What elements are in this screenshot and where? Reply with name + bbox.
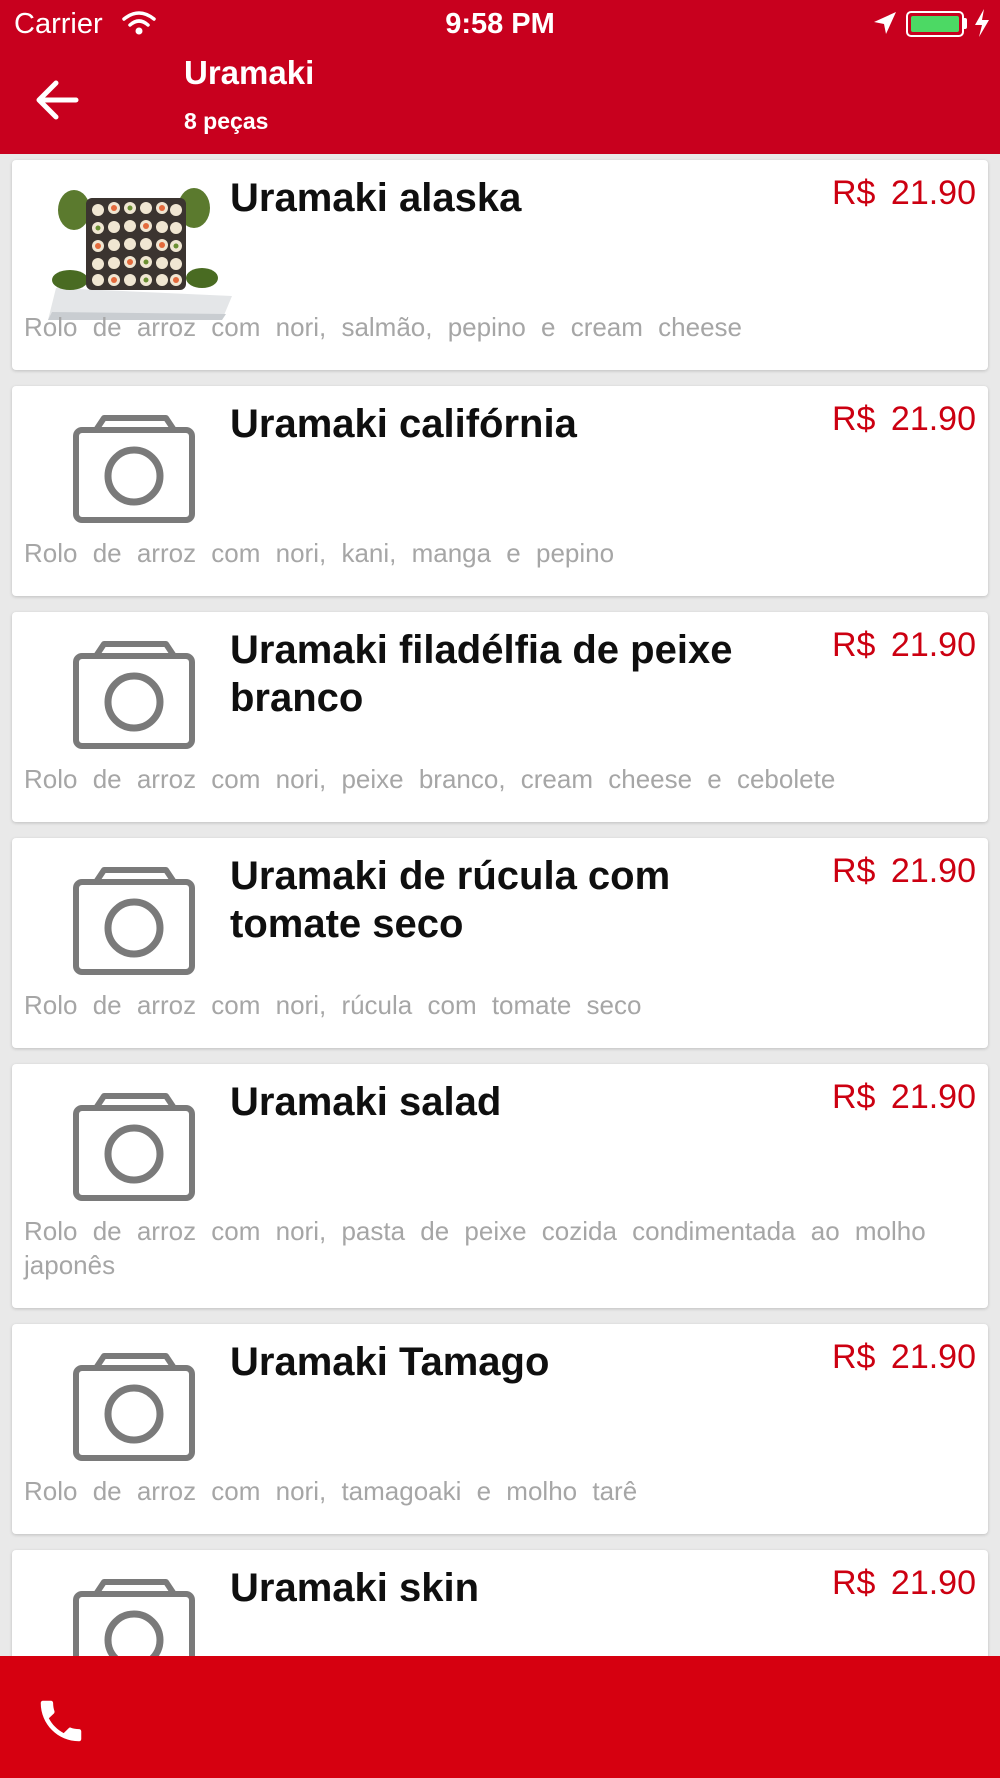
product-name: Uramaki califórnia: [230, 402, 577, 446]
product-card[interactable]: Uramaki skin R$ 21.90: [12, 1550, 988, 1656]
camera-placeholder-icon: [73, 641, 195, 749]
product-price: R$ 21.90: [832, 1564, 976, 1602]
product-price: R$ 21.90: [832, 400, 976, 438]
status-bar: Carrier 9:58 PM: [0, 0, 1000, 50]
charging-bolt-icon: [975, 9, 989, 37]
phone-icon[interactable]: [34, 1694, 88, 1748]
page-title: Uramaki: [184, 54, 315, 91]
product-price: R$ 21.90: [832, 852, 976, 890]
product-name: Uramaki alaska: [230, 176, 522, 220]
product-name: Uramaki Tamago: [230, 1340, 550, 1384]
product-price: R$ 21.90: [832, 174, 976, 212]
camera-placeholder-icon: [73, 415, 195, 523]
product-price: R$ 21.90: [832, 1078, 976, 1116]
product-name: Uramaki de rúcula com tomate seco: [230, 854, 671, 946]
product-list[interactable]: Uramaki alaska R$ 21.90 Rolo de arroz co…: [0, 154, 1000, 1656]
camera-placeholder-icon: [73, 1093, 195, 1201]
product-description: Rolo de arroz com nori, tamagoaki e molh…: [24, 1476, 638, 1506]
product-card[interactable]: Uramaki califórnia R$ 21.90 Rolo de arro…: [12, 386, 988, 596]
location-arrow-icon: [874, 12, 896, 34]
product-description: Rolo de arroz com nori, salmão, pepino e…: [24, 312, 742, 342]
product-name: Uramaki salad: [230, 1080, 502, 1124]
product-description: Rolo de arroz com nori, peixe branco, cr…: [24, 764, 836, 794]
product-name: Uramaki skin: [230, 1566, 480, 1610]
product-card[interactable]: Uramaki alaska R$ 21.90 Rolo de arroz co…: [12, 160, 988, 370]
product-card[interactable]: Uramaki Tamago R$ 21.90 Rolo de arroz co…: [12, 1324, 988, 1534]
footer-bar: [0, 1656, 1000, 1778]
battery-icon: [906, 11, 964, 37]
product-card[interactable]: Uramaki filadélfia de peixe branco R$ 21…: [12, 612, 988, 822]
camera-placeholder-icon: [73, 867, 195, 975]
battery-cap: [964, 18, 967, 29]
product-description: Rolo de arroz com nori, pasta de peixe c…: [24, 1216, 926, 1280]
product-price: R$ 21.90: [832, 1338, 976, 1376]
product-description: Rolo de arroz com nori, kani, manga e pe…: [24, 538, 615, 568]
camera-placeholder-icon: [73, 1353, 195, 1461]
product-card[interactable]: Uramaki de rúcula com tomate seco R$ 21.…: [12, 838, 988, 1048]
arrow-left-icon[interactable]: [28, 70, 88, 130]
header-bar: Uramaki 8 peças: [0, 50, 1000, 154]
product-card[interactable]: Uramaki salad R$ 21.90 Rolo de arroz com…: [12, 1064, 988, 1308]
status-time: 9:58 PM: [445, 8, 555, 40]
product-price: R$ 21.90: [832, 626, 976, 664]
battery-level: [911, 16, 959, 32]
product-name: Uramaki filadélfia de peixe branco: [230, 628, 733, 720]
camera-placeholder-icon: [73, 1579, 195, 1656]
product-description: Rolo de arroz com nori, rúcula com tomat…: [24, 990, 642, 1020]
page-subtitle: 8 peças: [184, 108, 269, 134]
sushi-platter-photo: [48, 188, 232, 320]
